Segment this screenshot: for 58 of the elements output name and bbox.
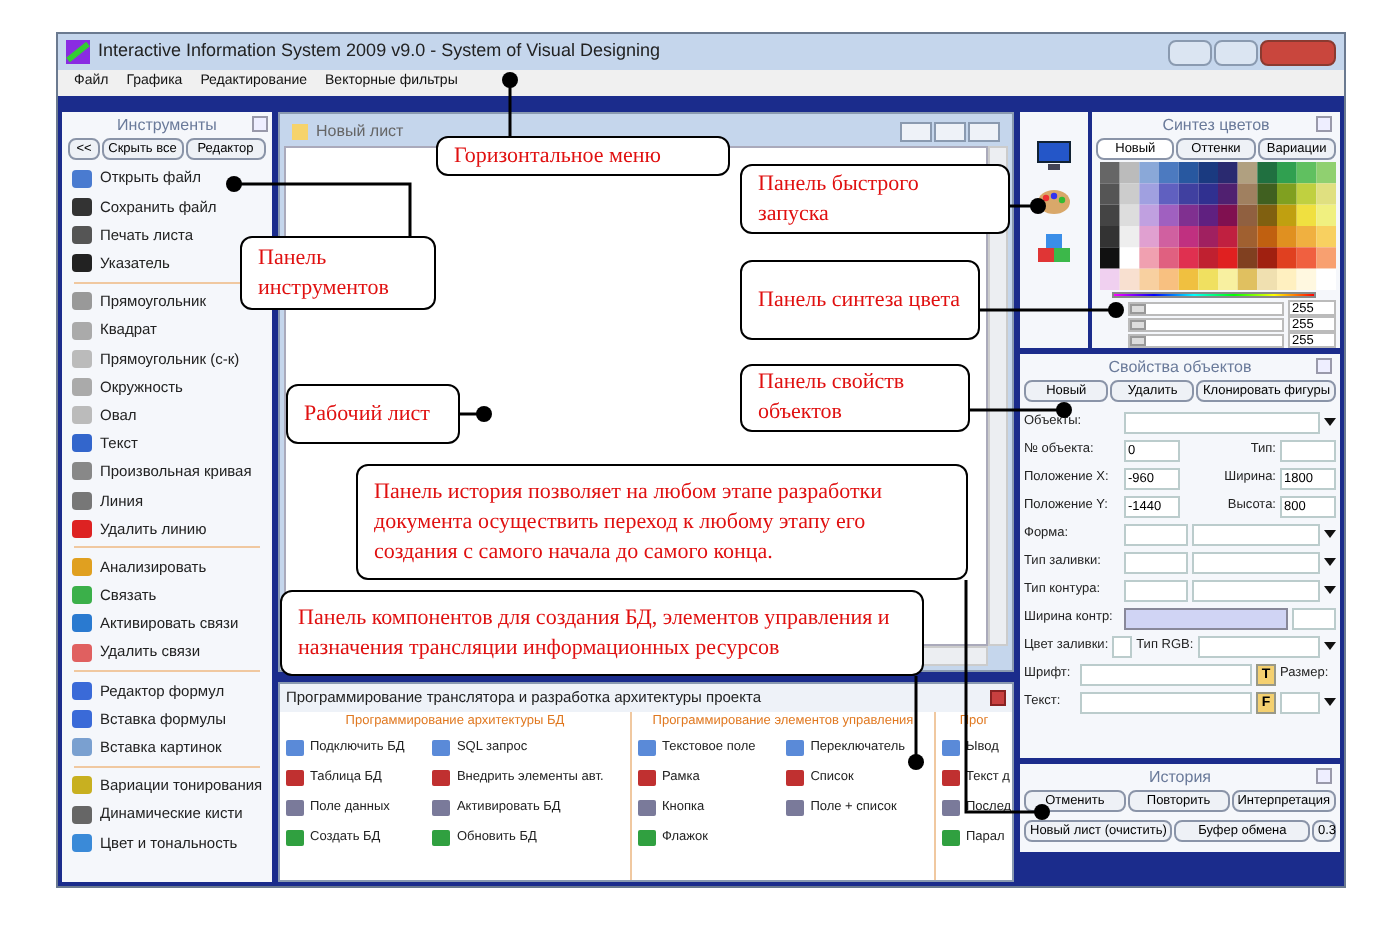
minimize-button[interactable] bbox=[1168, 39, 1212, 65]
color-slider[interactable] bbox=[1128, 333, 1284, 347]
line-width-field[interactable] bbox=[1124, 607, 1288, 629]
callout-tooltip: Панель синтеза цвета bbox=[740, 260, 980, 340]
callout-tooltip: Панель инструментов bbox=[240, 236, 436, 310]
color-slider[interactable] bbox=[1128, 317, 1284, 331]
panel-title: Синтез цветов bbox=[1162, 113, 1270, 137]
slider-thumb[interactable] bbox=[1130, 335, 1146, 345]
minimize-button[interactable] bbox=[900, 122, 932, 142]
caret-icon[interactable] bbox=[1324, 642, 1336, 650]
caret-icon[interactable] bbox=[1324, 558, 1336, 566]
leader-line bbox=[460, 406, 492, 422]
close-button[interactable] bbox=[1316, 768, 1332, 784]
close-button[interactable] bbox=[1260, 39, 1336, 65]
window-title: Interactive Information System 2009 v9.0 - System of Visual Designing bbox=[98, 38, 660, 65]
color-slider[interactable] bbox=[1128, 301, 1284, 315]
close-button[interactable] bbox=[1316, 116, 1332, 132]
callout-tooltip: Панель быстрого запуска bbox=[740, 164, 1010, 234]
close-button[interactable] bbox=[968, 122, 1000, 142]
input-field[interactable] bbox=[1124, 551, 1188, 573]
leader-line bbox=[980, 302, 1124, 318]
slider-thumb[interactable] bbox=[1130, 319, 1146, 329]
input-field[interactable] bbox=[1124, 579, 1188, 601]
slider-thumb[interactable] bbox=[1130, 303, 1146, 313]
panel-title: Свойства объектов bbox=[1108, 355, 1252, 379]
line-preview[interactable] bbox=[1292, 607, 1336, 629]
leader-line bbox=[502, 72, 518, 136]
panel-title: История bbox=[1148, 765, 1212, 789]
input-field[interactable] bbox=[1280, 439, 1336, 461]
color-palette-drawing[interactable] bbox=[1100, 162, 1336, 290]
app-icon bbox=[66, 40, 90, 64]
caret-icon[interactable] bbox=[1324, 586, 1336, 594]
dropdown-field[interactable] bbox=[1280, 691, 1320, 713]
maximize-button[interactable] bbox=[1214, 39, 1258, 65]
leader-line bbox=[970, 402, 1072, 418]
close-button[interactable] bbox=[1316, 358, 1332, 374]
input-field[interactable] bbox=[1080, 663, 1252, 685]
caret-icon[interactable] bbox=[1324, 698, 1336, 706]
callout-tooltip: Горизонтальное меню bbox=[436, 136, 730, 176]
worksheet-title: Новый лист bbox=[316, 120, 404, 144]
callout-tooltip: Панель свойств объектов bbox=[740, 364, 970, 432]
maximize-button[interactable] bbox=[934, 122, 966, 142]
close-button[interactable] bbox=[252, 116, 268, 132]
caret-icon[interactable] bbox=[1324, 530, 1336, 538]
monitor-icon[interactable] bbox=[1036, 140, 1072, 172]
input-field[interactable] bbox=[1080, 691, 1252, 713]
callout-tooltip: Панель компонентов для создания БД, элементов управления и назначения трансляции информационных ресурсов bbox=[280, 590, 924, 676]
caret-icon[interactable] bbox=[1324, 418, 1336, 426]
dropdown-field[interactable] bbox=[1197, 635, 1320, 657]
panel-title: Инструменты bbox=[117, 113, 217, 137]
dropdown-field[interactable] bbox=[1124, 411, 1320, 433]
leader-line bbox=[1010, 198, 1046, 214]
cubes-icon[interactable] bbox=[1036, 232, 1072, 264]
callout-tooltip: Рабочий лист bbox=[286, 384, 460, 444]
document-icon bbox=[292, 124, 308, 140]
color-swatch[interactable] bbox=[1112, 635, 1133, 657]
callout-tooltip: Панель история позволяет на любом этапе разработки документа осуществить переход к любому этапу его создания с самого начала до самого конца. bbox=[356, 464, 968, 580]
input-field[interactable] bbox=[1124, 523, 1188, 545]
